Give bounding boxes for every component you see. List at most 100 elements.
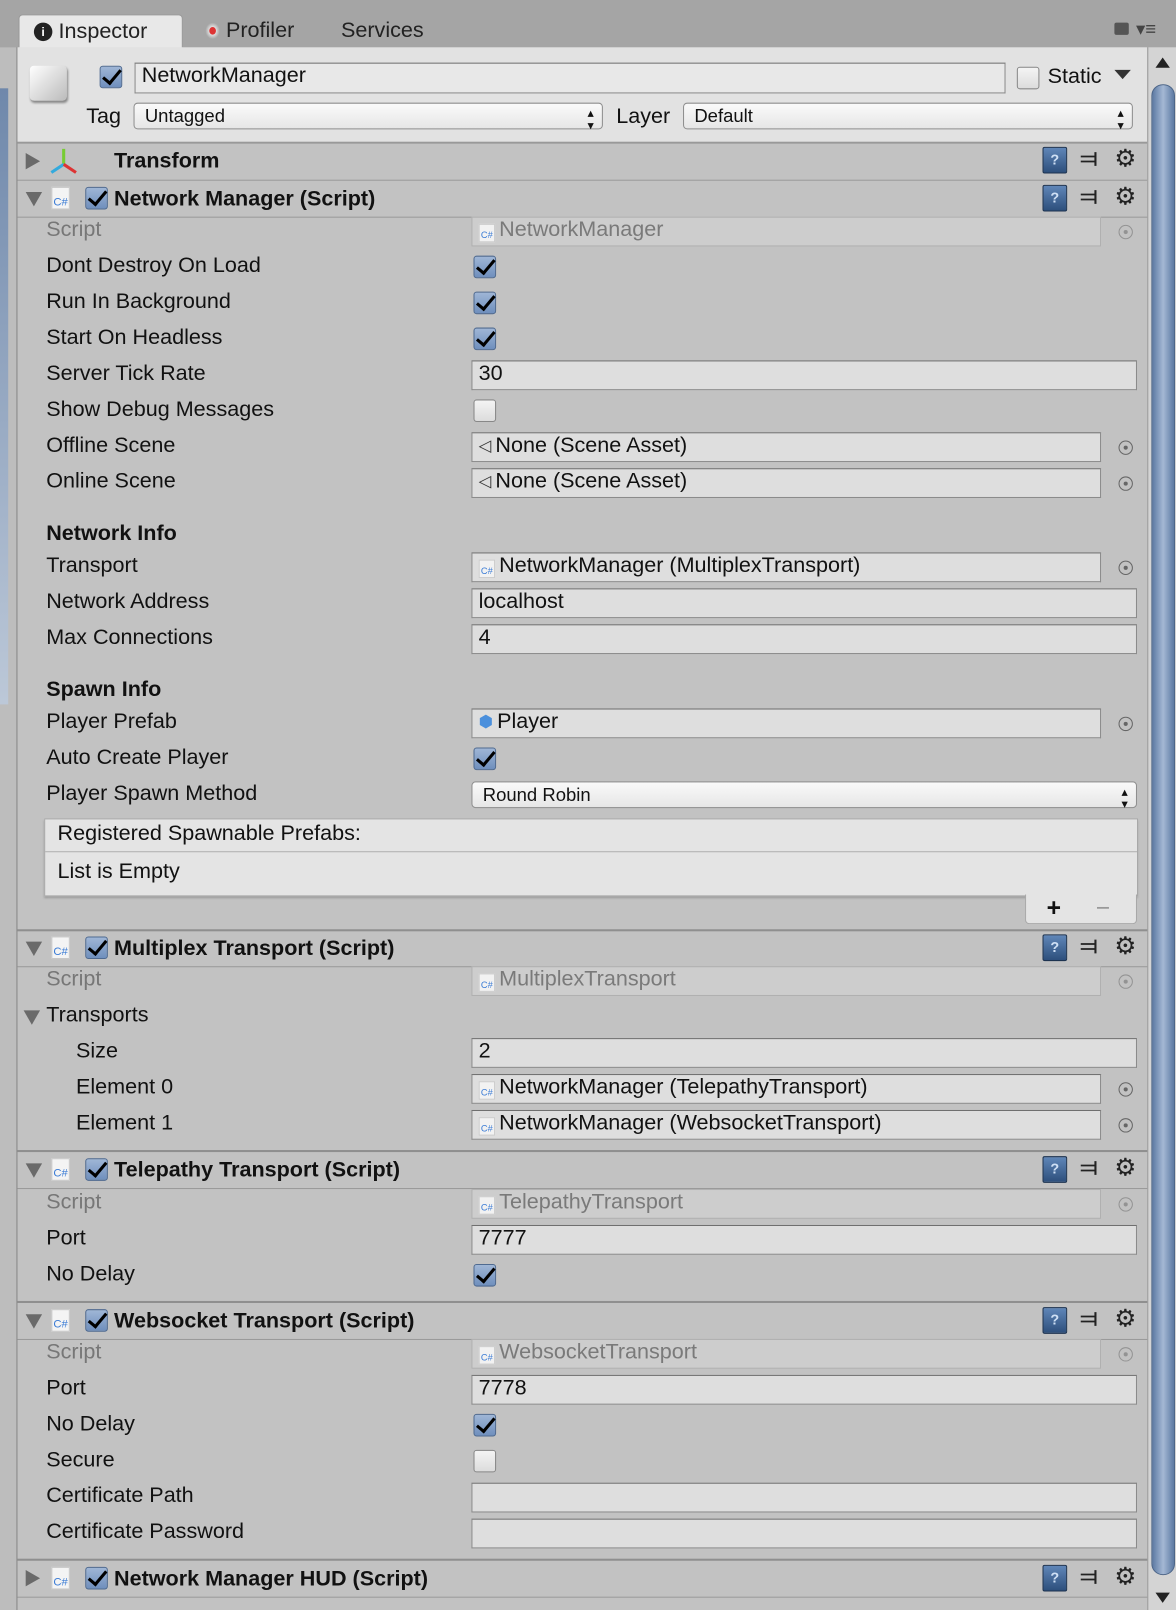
element-0-object-field[interactable]: C# NetworkManager (TelepathyTransport)	[471, 1074, 1102, 1104]
presets-icon[interactable]: ⫤	[1081, 145, 1098, 172]
unity-scene-icon: ◁	[478, 473, 492, 491]
gear-icon[interactable]: ⚙	[1114, 931, 1136, 961]
object-picker-icon[interactable]	[1118, 1347, 1133, 1362]
list-add-button[interactable]: +	[1047, 894, 1061, 923]
object-picker-icon[interactable]	[1118, 560, 1133, 576]
no-delay-checkbox[interactable]	[473, 1413, 497, 1437]
element-1-object-field[interactable]: C# NetworkManager (WebsocketTransport)	[471, 1109, 1102, 1140]
transform-header[interactable]: Transform ? ⫤ ⚙	[17, 143, 1148, 181]
dropdown-arrows-icon: ▴ ▾	[1121, 784, 1128, 812]
auto-create-player-checkbox[interactable]	[473, 747, 497, 771]
vertical-scrollbar[interactable]	[1147, 47, 1176, 1610]
layer-dropdown[interactable]: Default ▴ ▾	[683, 102, 1133, 131]
element-1-label: Element 1	[76, 1110, 174, 1135]
component-enabled-checkbox[interactable]	[85, 186, 108, 210]
tab-profiler[interactable]: Profiler	[205, 14, 294, 47]
show-debug-messages-checkbox[interactable]	[473, 399, 497, 423]
gameobject-active-checkbox[interactable]	[99, 65, 123, 89]
transports-label[interactable]: Transports	[46, 1003, 148, 1028]
telepathy-transport-script-header[interactable]: C# Telepathy Transport (Script)? ⫤ ⚙	[17, 1151, 1148, 1190]
gear-icon[interactable]: ⚙	[1114, 1304, 1136, 1334]
presets-icon[interactable]: ⫤	[1081, 1305, 1098, 1332]
gameobject-cube-icon[interactable]	[29, 65, 67, 101]
object-picker-icon[interactable]	[1118, 974, 1133, 989]
transport-object-field[interactable]: C# NetworkManager (MultiplexTransport)	[471, 552, 1102, 583]
element-0-label: Element 0	[76, 1075, 174, 1099]
foldout-collapsed-icon[interactable]	[25, 1569, 41, 1587]
scrollbar-thumb[interactable]	[1151, 84, 1176, 1576]
certificate-path-input[interactable]	[471, 1482, 1137, 1513]
object-picker-icon[interactable]	[1118, 1082, 1133, 1097]
help-icon[interactable]: ?	[1042, 1156, 1068, 1183]
component-enabled-checkbox[interactable]	[85, 1158, 108, 1181]
list-remove-button[interactable]: −	[1096, 894, 1110, 923]
run-in-background-checkbox[interactable]	[473, 291, 497, 315]
size-input[interactable]: 2	[471, 1038, 1137, 1068]
network-manager-script-header[interactable]: C# Network Manager (Script)? ⫤ ⚙	[17, 180, 1148, 218]
presets-icon[interactable]: ⫤	[1081, 183, 1098, 210]
presets-icon[interactable]: ⫤	[1081, 1563, 1098, 1590]
component-enabled-checkbox[interactable]	[85, 1566, 108, 1590]
tag-dropdown[interactable]: Untagged ▴ ▾	[133, 102, 603, 131]
port-input[interactable]: 7777	[471, 1224, 1137, 1255]
component-title: Multiplex Transport (Script)	[114, 936, 395, 961]
scroll-up-icon[interactable]	[1155, 57, 1170, 68]
presets-icon[interactable]: ⫤	[1081, 1154, 1098, 1181]
object-picker-icon[interactable]	[1118, 1197, 1133, 1212]
help-icon[interactable]: ?	[1042, 184, 1068, 212]
object-picker-icon[interactable]	[1118, 224, 1133, 240]
foldout-expanded-icon[interactable]	[25, 1163, 43, 1178]
tab-services[interactable]: Services	[341, 14, 424, 47]
foldout-expanded-icon[interactable]	[25, 941, 43, 956]
presets-icon[interactable]: ⫤	[1081, 932, 1098, 959]
gear-icon[interactable]: ⚙	[1114, 182, 1136, 212]
help-icon[interactable]: ?	[1042, 1564, 1068, 1592]
script-object-field[interactable]: C# MultiplexTransport	[471, 966, 1102, 996]
object-picker-icon[interactable]	[1118, 476, 1133, 491]
foldout-collapsed-icon[interactable]	[25, 152, 41, 170]
menu-icon[interactable]: ▾≡	[1136, 18, 1156, 40]
object-picker-icon[interactable]	[1118, 440, 1133, 455]
secure-checkbox[interactable]	[473, 1449, 497, 1473]
max-connections-input[interactable]: 4	[471, 624, 1137, 655]
gear-icon[interactable]: ⚙	[1114, 144, 1136, 174]
server-tick-rate-input[interactable]: 30	[471, 360, 1137, 391]
help-icon[interactable]: ?	[1042, 1307, 1068, 1334]
port-input[interactable]: 7778	[471, 1374, 1137, 1405]
gear-icon[interactable]: ⚙	[1114, 1153, 1136, 1183]
gameobject-name-input[interactable]: NetworkManager	[134, 62, 1006, 94]
help-icon[interactable]: ?	[1042, 934, 1068, 962]
start-on-headless-checkbox[interactable]	[473, 327, 497, 351]
prefab-cube-icon: ⬢	[478, 713, 493, 732]
foldout-expanded-icon[interactable]	[23, 1010, 41, 1025]
online-scene-object-field[interactable]: ◁ None (Scene Asset)	[471, 468, 1102, 498]
network-address-input[interactable]: localhost	[471, 588, 1137, 619]
script-value: WebsocketTransport	[499, 1339, 697, 1364]
csharp-script-icon: C#	[51, 1566, 70, 1590]
certificate-password-input[interactable]	[471, 1518, 1137, 1549]
websocket-transport-script-header[interactable]: C# Websocket Transport (Script)? ⫤ ⚙	[17, 1302, 1148, 1340]
network-manager-hud-script-header[interactable]: C# Network Manager HUD (Script)? ⫤ ⚙	[17, 1560, 1148, 1598]
lock-icon[interactable]	[1114, 22, 1129, 35]
foldout-expanded-icon[interactable]	[25, 1314, 43, 1329]
static-checkbox[interactable]	[1016, 66, 1040, 90]
tab-inspector[interactable]: i Inspector	[18, 14, 183, 49]
player-prefab-object-field[interactable]: ⬢ Player	[471, 708, 1102, 739]
offline-scene-object-field[interactable]: ◁ None (Scene Asset)	[471, 432, 1102, 463]
object-picker-icon[interactable]	[1118, 1118, 1133, 1133]
script-object-field[interactable]: C# NetworkManager	[471, 216, 1102, 247]
multiplex-transport-script-header[interactable]: C# Multiplex Transport (Script)? ⫤ ⚙	[17, 929, 1148, 968]
static-dropdown-icon[interactable]	[1114, 69, 1131, 80]
player-spawn-method-dropdown[interactable]: Round Robin ▴ ▾	[471, 781, 1137, 812]
scroll-down-icon[interactable]	[1155, 1592, 1170, 1603]
script-object-field[interactable]: C# TelepathyTransport	[471, 1189, 1102, 1219]
foldout-expanded-icon[interactable]	[25, 192, 43, 207]
no-delay-checkbox[interactable]	[473, 1263, 497, 1287]
gear-icon[interactable]: ⚙	[1114, 1562, 1136, 1592]
component-enabled-checkbox[interactable]	[85, 1309, 108, 1332]
object-picker-icon[interactable]	[1118, 716, 1133, 732]
help-icon[interactable]: ?	[1042, 146, 1068, 174]
script-object-field[interactable]: C# WebsocketTransport	[471, 1338, 1102, 1369]
component-enabled-checkbox[interactable]	[85, 936, 108, 960]
dont-destroy-on-load-checkbox[interactable]	[473, 255, 497, 279]
